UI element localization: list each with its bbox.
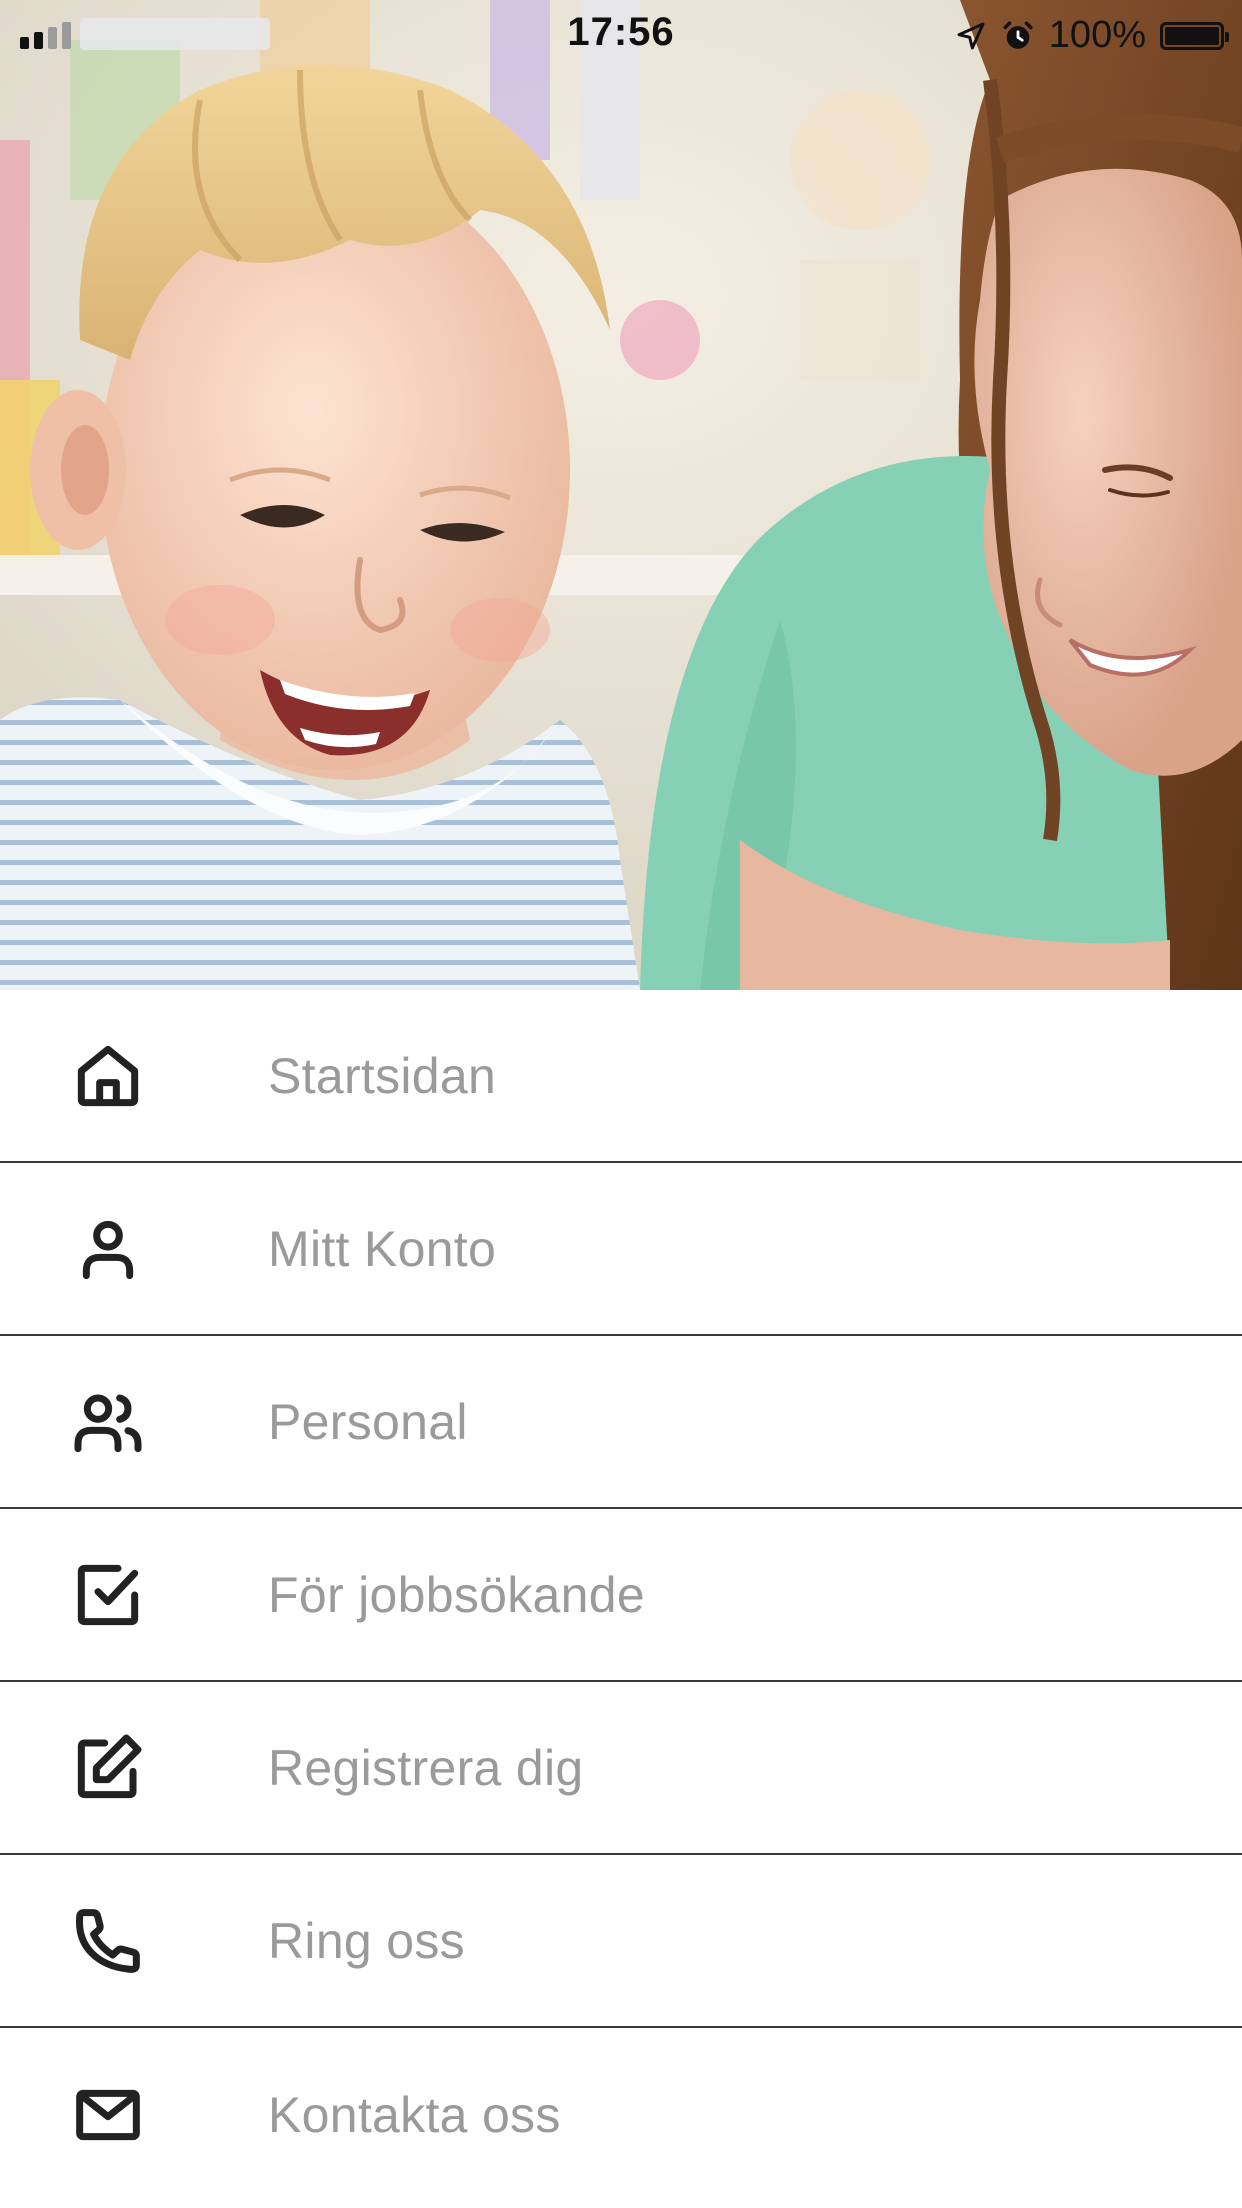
menu-item-for-jobbsokande[interactable]: För jobbsökande [0,1509,1242,1682]
app-screen: 17:56 100% Startsidan Mitt Konto Persona… [0,0,1242,2208]
status-bar: 17:56 100% [0,0,1242,66]
menu-label: Registrera dig [268,1739,584,1796]
user-icon [68,1209,148,1289]
checkbox-icon [68,1555,148,1635]
menu-label: Mitt Konto [268,1220,497,1277]
menu-label: Startsidan [268,1047,497,1104]
menu-item-ring-oss[interactable]: Ring oss [0,1855,1242,2028]
menu-label: Personal [268,1393,468,1450]
home-icon [68,1036,148,1116]
edit-icon [68,1728,148,1808]
menu-item-registrera-dig[interactable]: Registrera dig [0,1682,1242,1855]
hero-photo [0,0,1242,990]
menu-label: Ring oss [268,1912,465,1969]
mail-icon [68,2075,148,2155]
battery-percent: 100% [1048,14,1146,56]
alarm-icon [1003,20,1033,49]
menu-item-mitt-konto[interactable]: Mitt Konto [0,1163,1242,1336]
menu-label: Kontakta oss [268,2086,561,2143]
status-right-group: 100% [955,14,1229,57]
users-icon [68,1382,148,1462]
menu-item-kontakta-oss[interactable]: Kontakta oss [0,2028,1242,2201]
menu-label: För jobbsökande [268,1566,645,1623]
location-arrow-icon [957,22,985,49]
battery-icon [1160,21,1229,50]
navigation-menu: Startsidan Mitt Konto Personal För jobbs… [0,990,1242,2201]
menu-item-personal[interactable]: Personal [0,1336,1242,1509]
phone-icon [68,1901,148,1981]
menu-item-startsidan[interactable]: Startsidan [0,990,1242,1163]
